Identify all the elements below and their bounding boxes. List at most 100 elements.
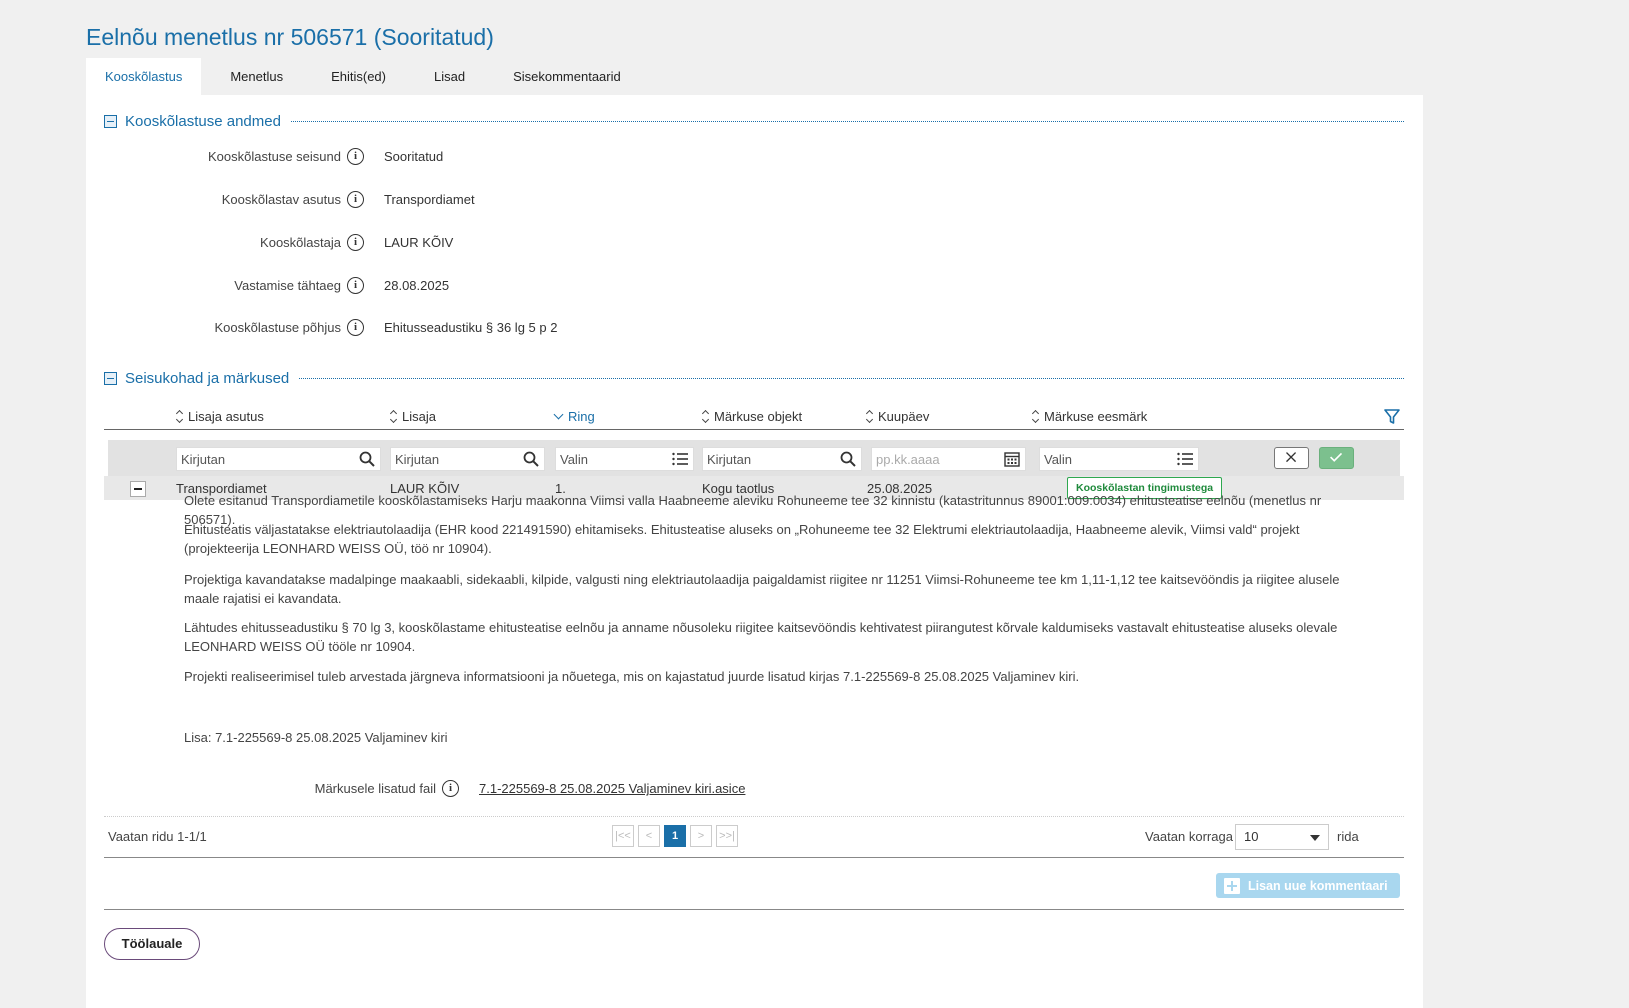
column-label: Lisaja asutus: [188, 409, 264, 424]
collapse-row-button[interactable]: [130, 481, 146, 497]
chevron-down-icon: [1310, 835, 1320, 841]
sort-descending-icon: [553, 409, 564, 420]
column-label: Kuupäev: [878, 409, 930, 424]
collapse-toggle-icon[interactable]: [104, 115, 117, 128]
filter-lisaja-input[interactable]: [391, 451, 522, 467]
info-icon[interactable]: i: [347, 276, 364, 294]
pager-info: Vaatan ridu 1-1/1: [108, 829, 207, 844]
column-header-lisaja[interactable]: Lisaja: [390, 409, 436, 424]
collapse-toggle-icon[interactable]: [104, 372, 117, 385]
sort-icon: [702, 410, 710, 424]
column-header-markuse-eesmark[interactable]: Märkuse eesmärk: [1032, 409, 1147, 424]
filter-kuupaev[interactable]: [871, 447, 1026, 471]
info-icon[interactable]: i: [347, 190, 364, 208]
field-value: Ehitusseadustiku § 36 lg 5 p 2: [384, 319, 558, 335]
attached-file-row: Märkusele lisatud fail i 7.1-225569-8 25…: [86, 780, 986, 797]
search-icon[interactable]: [522, 450, 540, 468]
list-icon[interactable]: [671, 450, 689, 468]
section-title[interactable]: Seisukohad ja märkused: [125, 370, 289, 387]
sort-icon: [866, 410, 874, 424]
column-label: Märkuse objekt: [714, 409, 803, 424]
add-comment-button[interactable]: Lisan uue kommentaari: [1216, 873, 1400, 898]
search-icon[interactable]: [839, 450, 857, 468]
tab-menetlus[interactable]: Menetlus: [211, 58, 302, 95]
filter-kuupaev-input[interactable]: [872, 451, 1003, 467]
field-kooskolastaja: Kooskõlastaja i LAUR KÕIV: [86, 232, 1086, 252]
tab-sisekommentaarid[interactable]: Sisekommentaarid: [494, 58, 640, 95]
filter-markuse-objekt[interactable]: [702, 447, 862, 471]
field-pohjus: Kooskõlastuse põhjus i Ehitusseadustiku …: [86, 317, 1086, 337]
field-value: Transpordiamet: [384, 191, 475, 207]
clear-filters-button[interactable]: [1274, 447, 1309, 469]
field-label: Kooskõlastuse seisund: [208, 148, 341, 164]
attached-file-link[interactable]: 7.1-225569-8 25.08.2025 Valjaminev kiri.…: [479, 781, 745, 796]
section-header-seisukohad: Seisukohad ja märkused: [104, 370, 1404, 387]
field-value: Sooritatud: [384, 148, 444, 164]
column-label: Lisaja: [402, 409, 436, 424]
search-icon[interactable]: [358, 450, 376, 468]
comment-attachment-note: Lisa: 7.1-225569-8 25.08.2025 Valjaminev…: [184, 730, 448, 745]
column-header-lisaja-asutus[interactable]: Lisaja asutus: [176, 409, 264, 424]
section-divider: [299, 378, 1404, 379]
filter-markuse-objekt-input[interactable]: [703, 451, 839, 467]
first-page-button[interactable]: |<<: [612, 825, 634, 847]
section-divider: [290, 121, 1404, 122]
plus-icon: [1224, 877, 1240, 894]
pagination: Vaatan ridu 1-1/1 |<< < 1 > >>| Vaatan k…: [104, 816, 1404, 858]
tab-ehitised[interactable]: Ehitis(ed): [312, 58, 405, 95]
section-header-kooskolastuse-andmed: Kooskõlastuse andmed: [104, 113, 1404, 130]
column-label: Ring: [568, 409, 595, 424]
info-icon[interactable]: i: [347, 318, 364, 336]
add-comment-label: Lisan uue kommentaari: [1248, 878, 1388, 893]
section-title[interactable]: Kooskõlastuse andmed: [125, 113, 281, 130]
filter-ring[interactable]: [555, 447, 694, 471]
field-value: LAUR KÕIV: [384, 234, 454, 250]
page-title: Eelnõu menetlus nr 506571 (Sooritatud): [86, 24, 494, 50]
comment-paragraph: Ehitusteatis väljastatakse elektriautola…: [184, 522, 1300, 556]
sort-icon: [390, 410, 398, 424]
info-icon[interactable]: i: [442, 780, 459, 797]
filter-lisaja-asutus[interactable]: [176, 447, 381, 471]
back-to-dashboard-button[interactable]: Töölauale: [104, 928, 200, 960]
field-tahtaeg: Vastamise tähtaeg i 28.08.2025: [86, 275, 1086, 295]
comment-paragraph: Lähtudes ehitusseadustiku § 70 lg 3, koo…: [184, 620, 1338, 654]
rows-per-page-select[interactable]: 10: [1235, 824, 1329, 850]
field-label: Vastamise tähtaeg: [234, 277, 341, 293]
info-icon[interactable]: i: [347, 147, 364, 165]
file-label: Märkusele lisatud fail: [314, 781, 436, 796]
filter-icon[interactable]: [1383, 408, 1401, 426]
footer-divider: [104, 909, 1404, 910]
table-header: Lisaja asutus Lisaja Ring Märkuse objekt…: [104, 407, 1404, 430]
last-page-button[interactable]: >>|: [716, 825, 738, 847]
field-asutus: Kooskõlastav asutus i Transpordiamet: [86, 189, 1086, 209]
filter-ring-input[interactable]: [556, 451, 671, 467]
sort-icon: [176, 410, 184, 424]
apply-filters-button[interactable]: [1319, 447, 1354, 469]
column-header-kuupaev[interactable]: Kuupäev: [866, 409, 929, 424]
check-icon: [1330, 452, 1343, 462]
info-icon[interactable]: i: [347, 233, 364, 251]
tab-kooskolastus[interactable]: Kooskõlastus: [86, 58, 202, 95]
tab-bar: Kooskõlastus Menetlus Ehitis(ed) Lisad S…: [86, 58, 650, 95]
rows-suffix-label: rida: [1337, 829, 1359, 844]
sort-icon: [1032, 410, 1040, 424]
page-button-current[interactable]: 1: [664, 825, 686, 847]
close-icon: [1286, 452, 1297, 463]
column-label: Märkuse eesmärk: [1044, 409, 1148, 424]
column-header-markuse-objekt[interactable]: Märkuse objekt: [702, 409, 802, 424]
prev-page-button[interactable]: <: [638, 825, 660, 847]
tab-lisad[interactable]: Lisad: [415, 58, 484, 95]
filter-lisaja-asutus-input[interactable]: [177, 451, 358, 467]
rows-per-page-label: Vaatan korraga: [1145, 829, 1233, 844]
list-icon[interactable]: [1176, 450, 1194, 468]
rows-per-page-value: 10: [1244, 829, 1259, 844]
calendar-icon[interactable]: [1003, 450, 1021, 468]
field-label: Kooskõlastuse põhjus: [214, 319, 341, 335]
filter-lisaja[interactable]: [390, 447, 545, 471]
comment-paragraph: Projektiga kavandatakse madalpinge maaka…: [184, 572, 1340, 606]
next-page-button[interactable]: >: [690, 825, 712, 847]
filter-markuse-eesmark[interactable]: [1039, 447, 1199, 471]
filter-markuse-eesmark-input[interactable]: [1040, 451, 1176, 467]
comment-paragraph: Projekti realiseerimisel tuleb arvestada…: [184, 669, 1080, 684]
column-header-ring[interactable]: Ring: [553, 409, 595, 424]
